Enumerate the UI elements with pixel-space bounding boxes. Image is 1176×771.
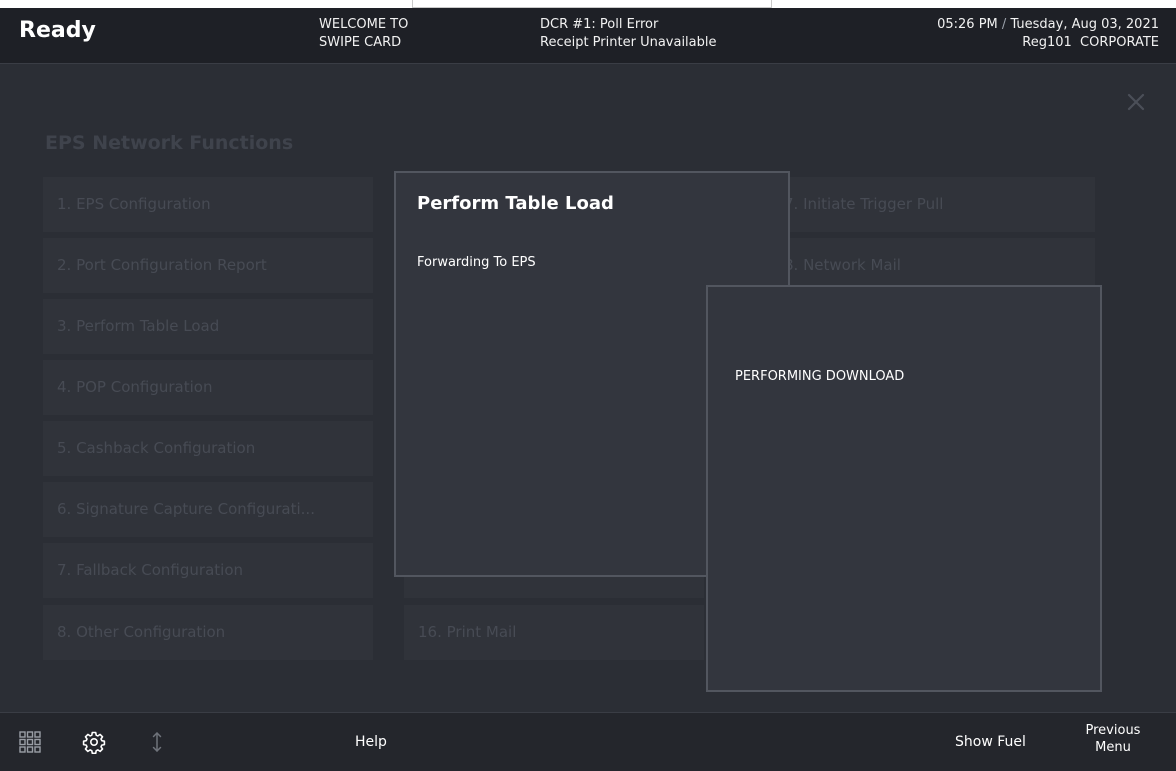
header-bar: Ready WELCOME TO SWIPE CARD DCR #1: Poll… xyxy=(0,8,1176,64)
previous-menu-button[interactable]: Previous Menu xyxy=(1080,722,1146,756)
close-icon[interactable] xyxy=(1124,90,1148,114)
welcome-message: WELCOME TO SWIPE CARD xyxy=(319,16,408,52)
close-icon-glyph xyxy=(1127,93,1145,111)
dialog-title: Perform Table Load xyxy=(417,193,614,214)
menu-item-eps-configuration[interactable]: 1. EPS Configuration xyxy=(43,177,373,232)
dialog-message: Forwarding To EPS xyxy=(417,255,536,270)
top-tab-notch xyxy=(412,0,772,8)
gear-icon-glyph xyxy=(82,731,106,755)
menu-item-other-configuration[interactable]: 8. Other Configuration xyxy=(43,605,373,660)
welcome-line-1: WELCOME TO xyxy=(319,17,409,32)
menu-item-print-mail[interactable]: 16. Print Mail xyxy=(404,605,704,660)
gear-icon[interactable] xyxy=(82,730,106,755)
store-name: CORPORATE xyxy=(1080,35,1159,50)
previous-menu-line-1: Previous xyxy=(1085,723,1141,738)
alert-line-2: Receipt Printer Unavailable xyxy=(540,35,717,50)
menu-item-signature-capture-configuration[interactable]: 6. Signature Capture Configurati... xyxy=(43,482,373,537)
alert-messages: DCR #1: Poll Error Receipt Printer Unava… xyxy=(540,16,717,52)
alert-line-1: DCR #1: Poll Error xyxy=(540,17,659,32)
previous-menu-line-2: Menu xyxy=(1095,740,1131,755)
current-date: Tuesday, Aug 03, 2021 xyxy=(1010,17,1159,32)
menu-item-cashback-configuration[interactable]: 5. Cashback Configuration xyxy=(43,421,373,476)
status-label: Ready xyxy=(19,18,96,43)
grid-icon-glyph xyxy=(19,731,41,753)
register-id: Reg101 xyxy=(1022,35,1072,50)
grid-icon[interactable] xyxy=(18,730,42,754)
sort-arrows-icon[interactable] xyxy=(145,730,169,754)
sort-arrows-icon-glyph xyxy=(152,732,162,752)
menu-title: EPS Network Functions xyxy=(45,132,294,154)
download-message: PERFORMING DOWNLOAD xyxy=(735,369,905,384)
datetime-separator: / xyxy=(1001,17,1007,32)
menu-item-pop-configuration[interactable]: 4. POP Configuration xyxy=(43,360,373,415)
clock-time: 05:26 PM xyxy=(937,17,998,32)
menu-item-initiate-trigger-pull[interactable]: 7. Initiate Trigger Pull xyxy=(776,177,1095,232)
datetime-register: 05:26 PM / Tuesday, Aug 03, 2021 Reg101 … xyxy=(937,16,1159,52)
menu-item-perform-table-load[interactable]: 3. Perform Table Load xyxy=(43,299,373,354)
pos-screen: Ready WELCOME TO SWIPE CARD DCR #1: Poll… xyxy=(0,0,1176,771)
footer-bar: Help Show Fuel Previous Menu xyxy=(0,712,1176,771)
menu-item-fallback-configuration[interactable]: 7. Fallback Configuration xyxy=(43,543,373,598)
menu-item-port-configuration-report[interactable]: 2. Port Configuration Report xyxy=(43,238,373,293)
performing-download-dialog: PERFORMING DOWNLOAD xyxy=(706,285,1102,692)
show-fuel-button[interactable]: Show Fuel xyxy=(955,734,1026,750)
welcome-line-2: SWIPE CARD xyxy=(319,35,402,50)
help-button[interactable]: Help xyxy=(355,734,387,750)
